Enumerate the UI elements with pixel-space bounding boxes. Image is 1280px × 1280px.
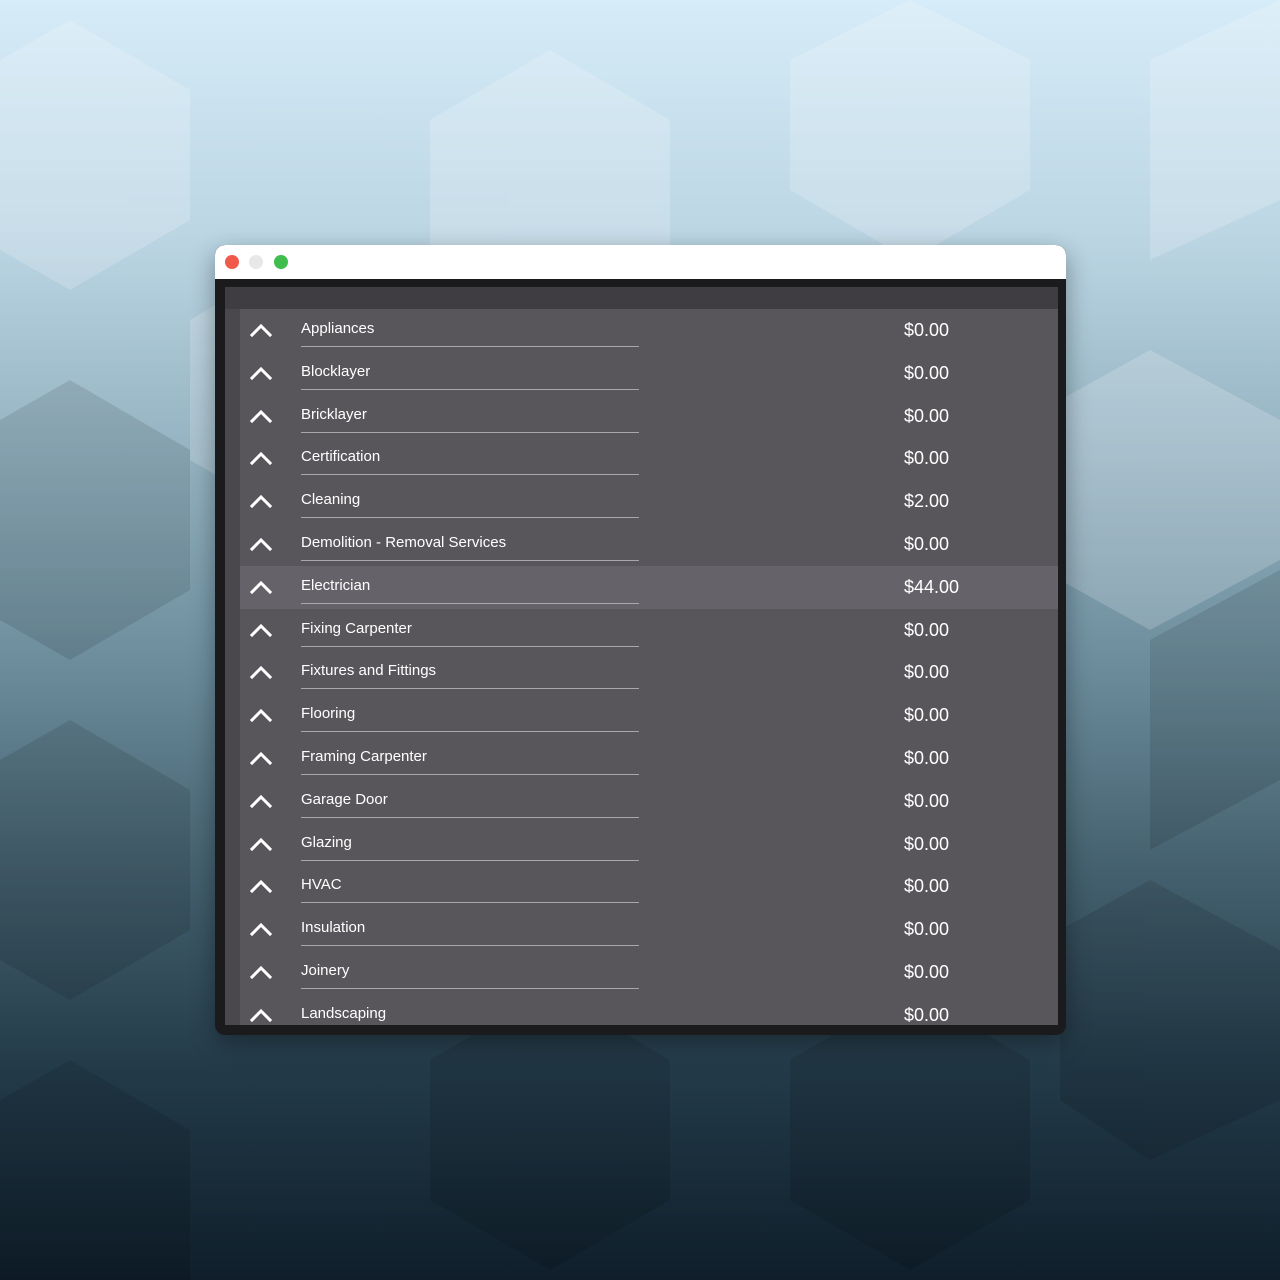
list-item-label: Joinery	[301, 961, 350, 979]
list-item-label: Certification	[301, 448, 381, 466]
close-button[interactable]	[225, 255, 239, 269]
label-underline	[301, 688, 639, 690]
chevron-up-icon[interactable]	[249, 492, 273, 510]
list-item-amount: $0.00	[904, 619, 950, 640]
list-item-label: Fixtures and Fittings	[301, 662, 437, 680]
chevron-up-icon[interactable]	[249, 877, 273, 895]
label-underline	[301, 731, 639, 733]
list-item-amount: $44.00	[904, 576, 960, 597]
chevron-up-icon[interactable]	[249, 578, 273, 596]
label-underline	[301, 645, 639, 647]
list-item[interactable]: Fixtures and Fittings $0.00	[240, 651, 1058, 694]
list-item-amount: $2.00	[904, 491, 950, 512]
list-item[interactable]: Garage Door $0.00	[240, 780, 1058, 823]
chevron-up-icon[interactable]	[249, 535, 273, 553]
label-underline	[301, 559, 639, 561]
list-header	[225, 287, 1058, 309]
list-item-amount: $0.00	[904, 919, 950, 940]
list-item[interactable]: Landscaping $0.00	[240, 994, 1058, 1025]
chevron-up-icon[interactable]	[249, 364, 273, 382]
list-item[interactable]: Framing Carpenter $0.00	[240, 737, 1058, 780]
list-item[interactable]: Fixing Carpenter $0.00	[240, 609, 1058, 652]
list-item-label: Landscaping	[301, 1004, 387, 1022]
list-item-amount: $0.00	[904, 320, 950, 340]
list-item[interactable]: Glazing $0.00	[240, 823, 1058, 866]
list-item-amount: $0.00	[904, 790, 950, 811]
list-item[interactable]: Electrician $44.00	[240, 565, 1058, 609]
list-item[interactable]: Insulation $0.00	[240, 908, 1058, 951]
chevron-up-icon[interactable]	[249, 449, 273, 467]
label-underline	[301, 902, 639, 904]
label-underline	[301, 816, 639, 818]
list-item-label: Glazing	[301, 833, 352, 851]
chevron-up-icon[interactable]	[249, 621, 273, 639]
list-item[interactable]: HVAC $0.00	[240, 865, 1058, 908]
list-item-amount: $0.00	[904, 1004, 950, 1025]
list-item-label: Garage Door	[301, 790, 388, 808]
list-item-amount: $0.00	[904, 533, 950, 554]
chevron-up-icon[interactable]	[249, 706, 273, 724]
list-item[interactable]: Bricklayer $0.00	[240, 395, 1058, 438]
label-underline	[301, 773, 639, 775]
list-item[interactable]: Blocklayer $0.00	[240, 352, 1058, 395]
chevron-up-icon[interactable]	[249, 792, 273, 810]
label-underline	[301, 346, 639, 347]
chevron-up-icon[interactable]	[249, 920, 273, 938]
list-item-label: Appliances	[301, 320, 375, 337]
list-item[interactable]: Cleaning $2.00	[240, 480, 1058, 523]
label-underline	[301, 388, 639, 390]
chevron-up-icon[interactable]	[249, 407, 273, 425]
label-underline	[301, 517, 639, 519]
list-item-amount: $0.00	[904, 961, 950, 982]
content-panel: Appliances $0.00 Blocklayer $0.00 Bricklayer…	[225, 287, 1058, 1025]
list-item[interactable]: Flooring $0.00	[240, 694, 1058, 737]
list-item[interactable]: Certification $0.00	[240, 437, 1058, 480]
list-item-amount: $0.00	[904, 833, 950, 854]
label-underline	[301, 431, 639, 433]
list-item-label: Bricklayer	[301, 405, 367, 423]
label-underline	[301, 987, 639, 989]
list-item-label: Cleaning	[301, 491, 361, 509]
list-item-label: Flooring	[301, 705, 356, 723]
chevron-up-icon[interactable]	[249, 963, 273, 981]
label-underline	[301, 859, 639, 861]
list-item-amount: $0.00	[904, 362, 950, 383]
chevron-up-icon[interactable]	[249, 1006, 273, 1024]
chevron-up-icon[interactable]	[249, 835, 273, 853]
list-item-label: Electrician	[301, 576, 371, 594]
list-item-amount: $0.00	[904, 705, 950, 726]
list-item-amount: $0.00	[904, 448, 950, 469]
list-item-label: HVAC	[301, 876, 342, 894]
window-titlebar	[215, 245, 1066, 279]
chevron-up-icon[interactable]	[249, 663, 273, 681]
label-underline	[301, 474, 639, 476]
list-item-label: Demolition - Removal Services	[301, 533, 507, 551]
list-item-label: Framing Carpenter	[301, 747, 427, 765]
list-item-label: Insulation	[301, 919, 366, 937]
label-underline	[301, 945, 639, 947]
list-item-amount: $0.00	[904, 747, 950, 768]
minimize-button[interactable]	[249, 255, 263, 269]
label-underline	[301, 602, 639, 604]
trade-list: Appliances $0.00 Blocklayer $0.00 Bricklayer…	[240, 309, 1058, 1025]
list-item[interactable]: Joinery $0.00	[240, 951, 1058, 994]
maximize-button[interactable]	[274, 255, 288, 269]
list-item-label: Blocklayer	[301, 362, 371, 380]
list-item-label: Fixing Carpenter	[301, 619, 412, 637]
chevron-up-icon[interactable]	[249, 321, 273, 339]
list-item-amount: $0.00	[904, 876, 950, 897]
list-item[interactable]: Demolition - Removal Services $0.00	[240, 523, 1058, 566]
app-window: Appliances $0.00 Blocklayer $0.00 Bricklayer…	[215, 245, 1066, 1035]
list-item-amount: $0.00	[904, 662, 950, 683]
list-item[interactable]: Appliances $0.00	[240, 309, 1058, 352]
chevron-up-icon[interactable]	[249, 749, 273, 767]
list-item-amount: $0.00	[904, 405, 950, 426]
